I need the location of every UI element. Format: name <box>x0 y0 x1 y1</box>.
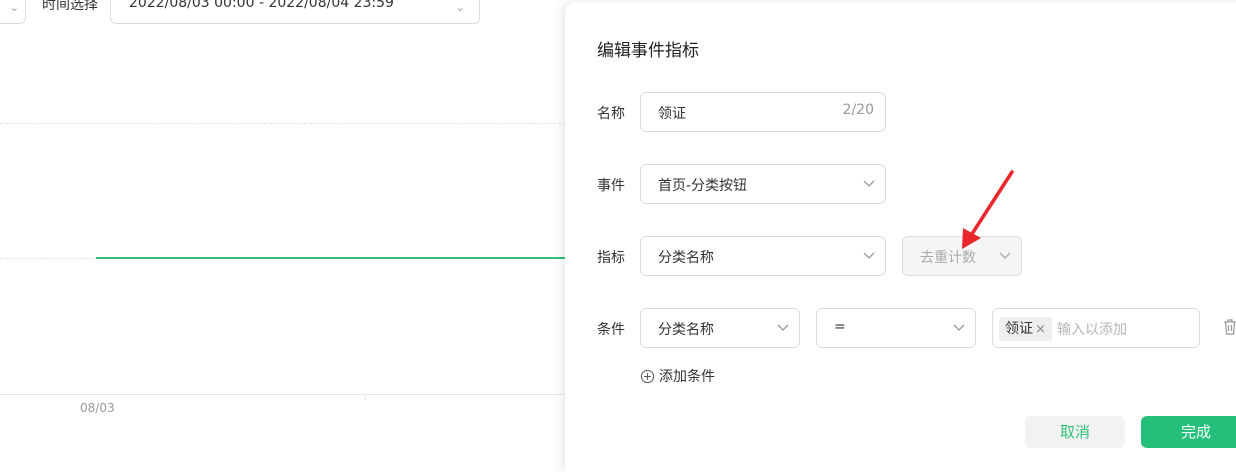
arrow-annotation <box>962 170 1014 249</box>
